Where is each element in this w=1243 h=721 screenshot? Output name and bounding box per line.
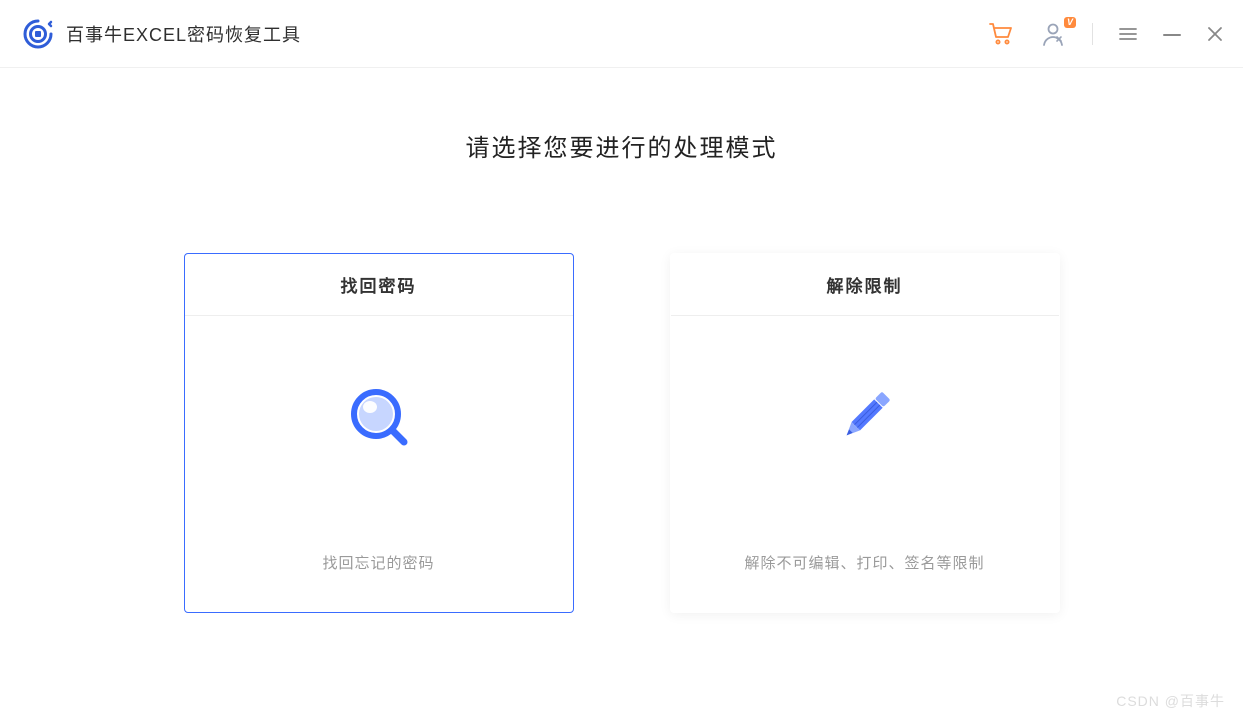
- card-title: 解除限制: [827, 272, 903, 297]
- card-icon-area: [344, 316, 414, 512]
- card-recover-password[interactable]: 找回密码 找回忘记的密码: [184, 253, 574, 613]
- divider: [1092, 23, 1093, 45]
- magnifier-icon: [344, 382, 414, 457]
- card-remove-restriction[interactable]: 解除限制 解除不可编辑、打印、签名: [670, 253, 1060, 613]
- vip-badge: V: [1064, 17, 1076, 28]
- close-icon[interactable]: [1207, 26, 1223, 42]
- titlebar-right: V: [988, 21, 1223, 47]
- main-content: 请选择您要进行的处理模式 找回密码 找回忘记的密码 解除限制: [0, 68, 1243, 613]
- minimize-icon[interactable]: [1163, 32, 1181, 36]
- titlebar-left: 百事牛EXCEL密码恢复工具: [22, 18, 301, 50]
- page-title: 请选择您要进行的处理模式: [466, 128, 778, 163]
- app-logo-icon: [22, 18, 54, 50]
- mode-cards: 找回密码 找回忘记的密码 解除限制: [184, 253, 1060, 613]
- cart-icon[interactable]: [988, 21, 1014, 47]
- menu-icon[interactable]: [1119, 27, 1137, 41]
- pencil-icon: [829, 381, 901, 458]
- user-icon[interactable]: V: [1040, 21, 1066, 47]
- card-desc: 找回忘记的密码: [322, 512, 434, 612]
- card-header: 找回密码: [185, 254, 573, 316]
- card-icon-area: [829, 316, 901, 512]
- app-title: 百事牛EXCEL密码恢复工具: [66, 21, 301, 47]
- card-header: 解除限制: [671, 254, 1059, 316]
- watermark: CSDN @百事牛: [1116, 691, 1225, 711]
- card-title: 找回密码: [341, 272, 417, 297]
- titlebar: 百事牛EXCEL密码恢复工具 V: [0, 0, 1243, 68]
- card-desc: 解除不可编辑、打印、签名等限制: [744, 512, 984, 612]
